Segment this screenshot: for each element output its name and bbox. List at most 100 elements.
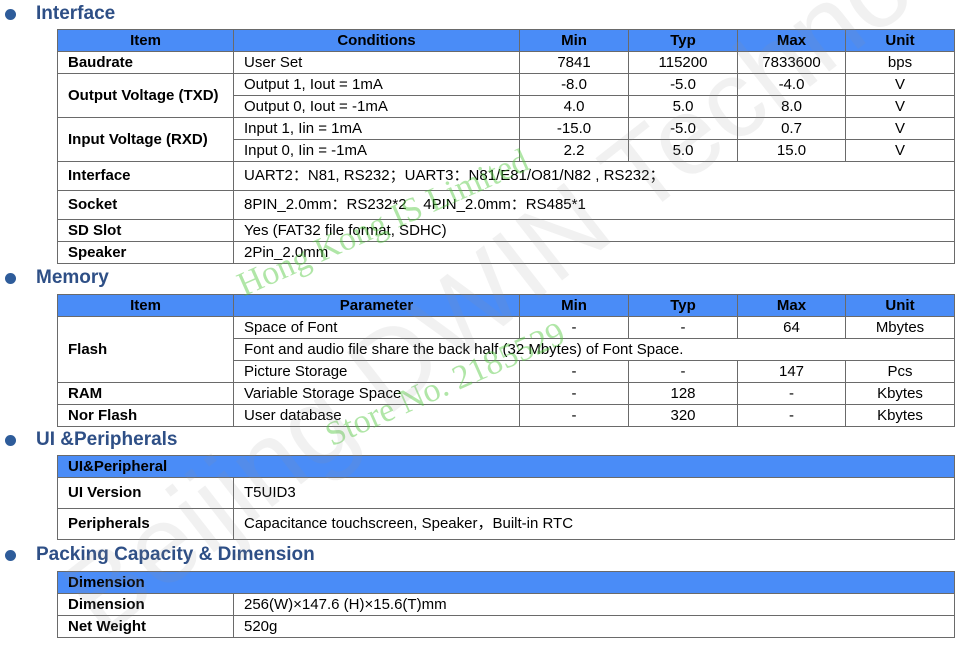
column-header: Unit: [845, 29, 955, 52]
table-row: Output Voltage (TXD) Output 1, Iout = 1m…: [57, 73, 955, 118]
row-label: SD Slot: [57, 219, 234, 242]
cell-condition: User Set: [233, 51, 520, 74]
cell-min: 7841: [519, 51, 629, 74]
cell-unit: Pcs: [845, 360, 955, 383]
memory-table: Item Parameter Min Typ Max Unit Flash Sp…: [57, 294, 955, 427]
cell-max: 64: [737, 316, 846, 339]
cell-min: -15.0: [519, 117, 629, 140]
memory-section-header: Memory: [0, 266, 109, 290]
cell-typ: 320: [628, 404, 738, 427]
cell-condition: Output 0, Iout = -1mA: [233, 95, 520, 118]
cell-max: -4.0: [737, 73, 846, 96]
column-header: Min: [519, 29, 629, 52]
section-title: UI &Peripherals: [36, 429, 178, 450]
cell-unit: Kbytes: [845, 404, 955, 427]
bullet-icon: [5, 434, 16, 446]
cell-min: 2.2: [519, 139, 629, 162]
table-row: Nor Flash User database - 320 - Kbytes: [57, 404, 955, 427]
table-header-row: Item Conditions Min Typ Max Unit: [57, 29, 955, 52]
column-header: Item: [57, 294, 234, 317]
interface-table: Item Conditions Min Typ Max Unit Baudrat…: [57, 29, 955, 264]
row-label: Dimension: [57, 593, 234, 616]
cell-max: 147: [737, 360, 846, 383]
cell-unit: V: [845, 95, 955, 118]
row-label: Input Voltage (RXD): [57, 117, 234, 162]
ui-section-header: UI &Peripherals: [0, 428, 178, 452]
section-title: Memory: [36, 267, 109, 288]
column-header: Typ: [628, 29, 738, 52]
cell-condition: Input 0, Iin = -1mA: [233, 139, 520, 162]
cell-typ: 5.0: [628, 139, 738, 162]
table-header: Dimension: [57, 571, 955, 594]
cell-min: -: [519, 382, 629, 405]
column-header: Max: [737, 29, 846, 52]
bullet-icon: [5, 549, 16, 561]
cell-min: -: [519, 316, 629, 339]
table-row: RAM Variable Storage Space - 128 - Kbyte…: [57, 382, 955, 405]
table-row: Flash Space of Font - - 64 Mbytes: [57, 316, 955, 383]
section-title: Packing Capacity & Dimension: [36, 544, 315, 565]
row-label: Baudrate: [57, 51, 234, 74]
row-label: Output Voltage (TXD): [57, 73, 234, 118]
cell-value: 256(W)×147.6 (H)×15.6(T)mm: [233, 593, 955, 616]
table-row: Speaker 2Pin_2.0mm: [57, 241, 955, 264]
cell-value: 8PIN_2.0mm：RS232*2 4PIN_2.0mm：RS485*1: [233, 190, 955, 220]
section-title: Interface: [36, 3, 116, 24]
table-header-row: UI&Peripheral: [56, 455, 956, 478]
cell-condition: Input 1, Iin = 1mA: [233, 117, 520, 140]
column-header: Typ: [628, 294, 738, 317]
table-row: Net Weight 520g: [57, 615, 955, 638]
interface-section-header: Interface: [0, 2, 115, 26]
table-header-row: Dimension: [57, 571, 955, 594]
table-row: Peripherals Capacitance touchscreen, Spe…: [57, 508, 956, 540]
column-header: Item: [57, 29, 234, 52]
cell-unit: V: [845, 73, 955, 96]
cell-typ: -5.0: [628, 73, 738, 96]
packing-section-header: Packing Capacity & Dimension: [0, 543, 315, 567]
cell-value: T5UID3: [232, 477, 956, 509]
cell-typ: -5.0: [628, 117, 738, 140]
cell-max: 0.7: [737, 117, 846, 140]
row-label: Socket: [57, 190, 234, 220]
cell-unit: Kbytes: [845, 382, 955, 405]
table-row: Dimension 256(W)×147.6 (H)×15.6(T)mm: [57, 593, 955, 616]
cell-unit: bps: [845, 51, 955, 74]
ui-table: UI&Peripheral UI Version T5UID3 Peripher…: [56, 455, 956, 540]
column-header: Conditions: [233, 29, 520, 52]
cell-value: 2Pin_2.0mm: [233, 241, 955, 264]
cell-parameter: User database: [233, 404, 520, 427]
cell-max: 7833600: [737, 51, 846, 74]
column-header: Min: [519, 294, 629, 317]
cell-max: -: [737, 404, 846, 427]
row-label: Flash: [57, 316, 234, 383]
bullet-icon: [5, 272, 16, 284]
row-label: Speaker: [57, 241, 234, 264]
cell-min: 4.0: [519, 95, 629, 118]
table-row: Baudrate User Set 7841 115200 7833600 bp…: [57, 51, 955, 74]
cell-min: -: [519, 404, 629, 427]
cell-value: UART2：N81, RS232；UART3：N81/E81/O81/N82 ,…: [233, 161, 955, 191]
cell-typ: 5.0: [628, 95, 738, 118]
cell-parameter: Picture Storage: [233, 360, 520, 383]
cell-min: -: [519, 360, 629, 383]
column-header: Unit: [845, 294, 955, 317]
cell-max: 15.0: [737, 139, 846, 162]
cell-max: 8.0: [737, 95, 846, 118]
row-label: RAM: [57, 382, 234, 405]
table-header: UI&Peripheral: [56, 455, 956, 478]
column-header: Parameter: [233, 294, 520, 317]
cell-value: Capacitance touchscreen, Speaker，Built-i…: [232, 508, 956, 540]
cell-parameter: Variable Storage Space: [233, 382, 520, 405]
column-header: Max: [737, 294, 846, 317]
bullet-icon: [5, 8, 16, 20]
table-row: Socket 8PIN_2.0mm：RS232*2 4PIN_2.0mm：RS4…: [57, 190, 955, 220]
cell-typ: 128: [628, 382, 738, 405]
cell-typ: -: [628, 360, 738, 383]
row-label: UI Version: [57, 477, 234, 509]
row-label: Net Weight: [57, 615, 234, 638]
cell-unit: V: [845, 117, 955, 140]
row-label: Interface: [57, 161, 234, 191]
cell-condition: Output 1, Iout = 1mA: [233, 73, 520, 96]
packing-table: Dimension Dimension 256(W)×147.6 (H)×15.…: [57, 571, 955, 638]
table-row: Interface UART2：N81, RS232；UART3：N81/E81…: [57, 161, 955, 191]
